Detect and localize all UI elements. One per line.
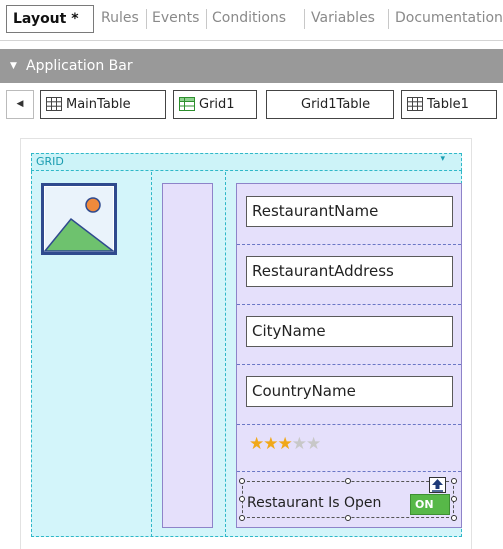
country-name-field[interactable]: CountryName	[246, 376, 453, 407]
grid-column-cell[interactable]	[162, 183, 213, 528]
restaurant-address-field[interactable]: RestaurantAddress	[246, 256, 453, 287]
breadcrumb-item-grid1table[interactable]: Grid1Table	[266, 90, 394, 119]
breadcrumb-label: Grid1	[199, 97, 235, 112]
resize-handle[interactable]	[345, 478, 351, 484]
city-name-field[interactable]: CityName	[246, 316, 453, 347]
rating-control[interactable]: ★★★★★	[249, 434, 321, 454]
tab-rules[interactable]: Rules	[101, 10, 139, 26]
star-filled-icon[interactable]: ★	[249, 434, 264, 454]
row-divider	[237, 244, 461, 245]
resize-handle[interactable]	[451, 496, 457, 502]
tab-separator	[388, 9, 389, 29]
resize-handle[interactable]	[239, 515, 245, 521]
row-divider	[237, 471, 461, 472]
restaurant-is-open-switch[interactable]: ON	[410, 494, 450, 515]
application-bar-label: Application Bar	[26, 58, 133, 74]
tab-documentation[interactable]: Documentation	[395, 10, 503, 26]
table-icon	[46, 97, 62, 111]
switch-on-text: ON	[415, 498, 434, 511]
breadcrumb-label: MainTable	[66, 97, 131, 112]
tab-conditions[interactable]: Conditions	[212, 10, 286, 26]
caret-down-icon[interactable]: ▼	[10, 49, 17, 83]
grid-header[interactable]: GRID ▾	[31, 153, 462, 171]
breadcrumb: ◀ MainTable Grid1 Grid1Table Table1	[0, 88, 503, 122]
restaurant-is-open-label: Restaurant Is Open	[247, 495, 382, 511]
breadcrumb-item-table1[interactable]: Table1	[401, 90, 497, 119]
restaurant-name-field[interactable]: RestaurantName	[246, 196, 453, 227]
tab-separator	[206, 9, 207, 29]
dropdown-arrow-icon[interactable]: ▾	[440, 151, 445, 167]
column-divider	[225, 172, 226, 537]
breadcrumb-label: Table1	[427, 97, 469, 112]
tab-separator	[146, 9, 147, 29]
star-filled-icon[interactable]: ★	[278, 434, 293, 454]
resize-handle[interactable]	[239, 496, 245, 502]
star-empty-icon[interactable]: ★	[306, 434, 321, 454]
tab-layout[interactable]: Layout *	[6, 5, 94, 33]
star-empty-icon[interactable]: ★	[292, 434, 307, 454]
resize-handle[interactable]	[451, 478, 457, 484]
resize-handle[interactable]	[239, 478, 245, 484]
tab-variables[interactable]: Variables	[311, 10, 375, 26]
column-divider	[151, 172, 152, 537]
designer-tabs: Layout * Rules Events Conditions Variabl…	[0, 0, 503, 41]
image-placeholder-icon[interactable]	[41, 183, 117, 255]
arrow-up-icon	[432, 479, 443, 492]
row-divider	[237, 424, 461, 425]
star-filled-icon[interactable]: ★	[263, 434, 278, 454]
breadcrumb-label: Grid1Table	[301, 97, 371, 112]
grid-icon	[179, 97, 195, 111]
tab-events[interactable]: Events	[152, 10, 199, 26]
resize-handle[interactable]	[345, 515, 351, 521]
breadcrumb-item-grid1[interactable]: Grid1	[173, 90, 257, 119]
grid-label: GRID	[36, 155, 64, 168]
table-icon	[407, 97, 423, 111]
resize-handle[interactable]	[451, 515, 457, 521]
row-divider	[237, 304, 461, 305]
move-up-icon[interactable]	[429, 477, 446, 493]
scroll-left-button[interactable]: ◀	[6, 90, 34, 119]
breadcrumb-item-maintable[interactable]: MainTable	[40, 90, 166, 119]
tab-separator	[304, 9, 305, 29]
row-divider	[237, 364, 461, 365]
application-bar[interactable]: ▼ Application Bar	[0, 49, 503, 83]
